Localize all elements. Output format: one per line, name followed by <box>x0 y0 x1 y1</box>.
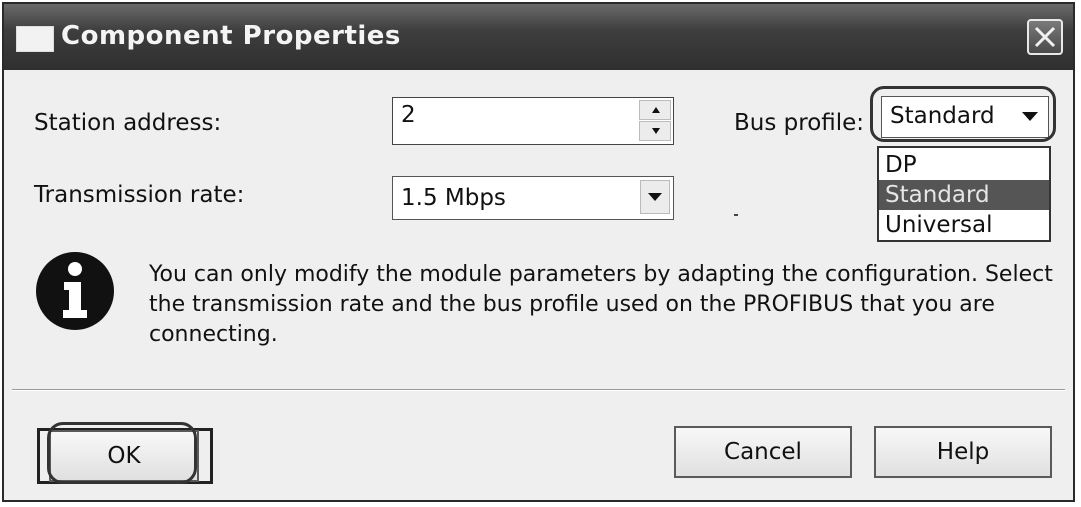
spin-down-button[interactable] <box>639 121 671 141</box>
station-address-field[interactable]: 2 <box>392 97 674 145</box>
station-address-label: Station address: <box>34 110 222 136</box>
transmission-rate-select[interactable]: 1.5 Mbps <box>392 176 674 220</box>
ok-button-highlight <box>47 422 197 484</box>
dialog-title: Component Properties <box>61 21 401 51</box>
arrow-up-icon <box>652 107 660 113</box>
option-dp[interactable]: DP <box>879 150 1049 180</box>
info-message: You can only modify the module parameter… <box>149 262 1053 347</box>
separator <box>12 389 1065 391</box>
info-icon <box>36 252 114 330</box>
option-standard[interactable]: Standard <box>879 180 1049 210</box>
arrow-down-icon <box>652 128 660 134</box>
option-universal[interactable]: Universal <box>879 210 1049 240</box>
spin-up-button[interactable] <box>639 100 671 120</box>
title-bar[interactable]: Component Properties <box>4 4 1073 70</box>
help-button[interactable]: Help <box>874 426 1052 478</box>
window-icon <box>16 26 54 52</box>
close-icon <box>1034 26 1056 48</box>
close-button[interactable] <box>1027 19 1063 55</box>
cancel-button[interactable]: Cancel <box>674 426 852 478</box>
chevron-down-icon <box>648 193 662 201</box>
bus-profile-highlight <box>870 86 1056 142</box>
transmission-rate-dropdown-button[interactable] <box>640 180 670 214</box>
station-address-spinner[interactable] <box>639 100 671 142</box>
bus-profile-label: Bus profile: <box>734 110 865 136</box>
component-properties-dialog: Component Properties Station address: 2 … <box>2 2 1075 502</box>
station-address-value: 2 <box>401 102 416 128</box>
bus-profile-options: DP Standard Universal <box>877 146 1051 242</box>
transmission-rate-label: Transmission rate: <box>34 182 245 208</box>
transmission-rate-value: 1.5 Mbps <box>401 185 506 211</box>
stray-mark <box>734 214 738 216</box>
